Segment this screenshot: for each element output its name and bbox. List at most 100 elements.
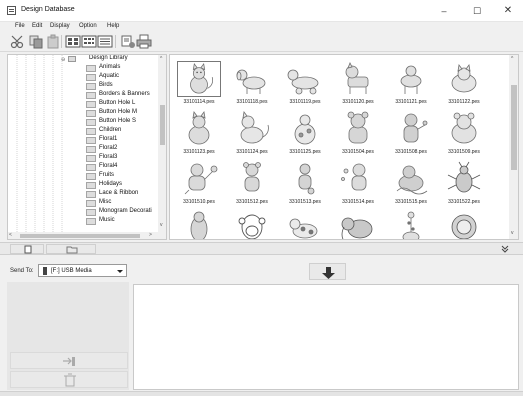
dog-design-icon bbox=[287, 69, 319, 95]
design-tile-33101123[interactable]: 33101123.pes bbox=[174, 109, 224, 159]
tree-item-floral4[interactable]: Floral4 bbox=[86, 163, 117, 172]
thumbnail-scroll-thumb[interactable] bbox=[511, 85, 517, 170]
scroll-down-icon[interactable]: v bbox=[511, 230, 514, 236]
file-name: 33101122.pes bbox=[448, 99, 480, 105]
design-tile-33101512[interactable]: 33101512.pes bbox=[227, 159, 277, 209]
tree-item-floral1[interactable]: Floral1 bbox=[86, 136, 117, 145]
print-icon[interactable] bbox=[136, 34, 152, 49]
file-name: 33101514.pes bbox=[342, 199, 374, 205]
collapse-panel-button[interactable] bbox=[492, 244, 518, 254]
bear-design-icon bbox=[184, 163, 218, 195]
toolbar-separator bbox=[115, 35, 116, 48]
tree-item-holidays[interactable]: Holidays bbox=[86, 181, 122, 190]
transfer-down-button[interactable] bbox=[309, 263, 346, 280]
file-name: 33101119.pes bbox=[289, 99, 321, 105]
list-view-icon[interactable] bbox=[97, 34, 113, 49]
design-tile-33101114[interactable]: 33101114.pes bbox=[174, 59, 224, 109]
tree-item-monogram-decorati[interactable]: Monogram Decorati bbox=[86, 208, 152, 217]
folder-icon bbox=[86, 191, 96, 198]
tree-horizontal-scrollbar[interactable]: < > bbox=[8, 232, 158, 239]
close-button[interactable]: ✕ bbox=[494, 0, 522, 22]
tree-item-floral2[interactable]: Floral2 bbox=[86, 145, 117, 154]
properties-icon[interactable] bbox=[120, 34, 136, 49]
design-thumbnail-grid[interactable]: 33101114.pes 33101118.pes 33101119.pes 3… bbox=[169, 54, 519, 240]
panel-tab-strip bbox=[0, 242, 523, 255]
scroll-down-icon[interactable]: v bbox=[160, 222, 163, 228]
design-tile-33101504[interactable]: 33101504.pes bbox=[333, 109, 383, 159]
send-to-value: [F:] USB Media bbox=[51, 268, 92, 274]
scroll-right-icon[interactable]: > bbox=[149, 232, 152, 238]
tree-item-lace-ribbon[interactable]: Lace & Ribbon bbox=[86, 190, 138, 199]
design-tile-33101513[interactable]: 33101513.pes bbox=[280, 159, 330, 209]
scroll-left-icon[interactable]: < bbox=[9, 232, 12, 238]
design-tile-33101508[interactable]: 33101508.pes bbox=[386, 109, 436, 159]
design-tile[interactable] bbox=[386, 209, 436, 239]
tree-item-aquatic[interactable]: Aquatic bbox=[86, 73, 119, 82]
menu-display[interactable]: Display bbox=[50, 23, 70, 29]
design-tile-33101522[interactable]: 33101522.pes bbox=[439, 159, 489, 209]
design-tile[interactable] bbox=[174, 209, 224, 239]
medium-thumbnails-icon[interactable] bbox=[81, 34, 97, 49]
send-to-dropdown[interactable]: [F:] USB Media bbox=[38, 264, 127, 277]
folder-view-button[interactable] bbox=[46, 244, 96, 254]
design-tile-33101122[interactable]: 33101122.pes bbox=[439, 59, 489, 109]
tree-item-fruits[interactable]: Fruits bbox=[86, 172, 114, 181]
tree-item-misc[interactable]: Misc bbox=[86, 199, 111, 208]
cut-icon[interactable] bbox=[10, 34, 26, 49]
design-tile-33101120[interactable]: 33101120.pes bbox=[333, 59, 383, 109]
design-tile-33101124[interactable]: 33101124.pes bbox=[227, 109, 277, 159]
cat-design-icon bbox=[240, 111, 269, 144]
bear-design-icon bbox=[298, 163, 315, 195]
design-tile-33101125[interactable]: 33101125.pes bbox=[280, 109, 330, 159]
design-tile-33101121[interactable]: 33101121.pes bbox=[386, 59, 436, 109]
scroll-up-icon[interactable]: ^ bbox=[160, 56, 162, 62]
scroll-up-icon[interactable]: ^ bbox=[511, 56, 513, 62]
design-tile-33101515[interactable]: 33101515.pes bbox=[386, 159, 436, 209]
delete-button[interactable] bbox=[10, 371, 128, 388]
paste-icon[interactable] bbox=[45, 34, 61, 49]
tree-item-music[interactable]: Music bbox=[86, 217, 115, 226]
folder-tree[interactable]: ⊖ Design Library Animals Aquatic Birds B… bbox=[7, 54, 167, 240]
design-tile[interactable] bbox=[227, 209, 277, 239]
dropdown-arrow-icon[interactable] bbox=[117, 270, 123, 273]
send-to-label: Send To: bbox=[10, 268, 34, 274]
design-tile[interactable] bbox=[439, 209, 489, 239]
menu-option[interactable]: Option bbox=[79, 23, 97, 29]
folder-icon bbox=[86, 173, 96, 180]
tree-item-birds[interactable]: Birds bbox=[86, 82, 113, 91]
folder-icon bbox=[86, 164, 96, 171]
raccoon-design-icon bbox=[396, 165, 428, 195]
usb-drive-icon bbox=[43, 267, 47, 275]
design-tile[interactable] bbox=[333, 209, 383, 239]
tree-vertical-scrollbar[interactable]: ^ v bbox=[158, 55, 166, 239]
design-tile-33101509[interactable]: 33101509.pes bbox=[439, 109, 489, 159]
menu-help[interactable]: Help bbox=[107, 23, 119, 29]
thumbnail-vertical-scrollbar[interactable]: ^ v bbox=[509, 55, 518, 239]
maximize-button[interactable]: ☐ bbox=[463, 0, 491, 22]
design-tile[interactable] bbox=[280, 209, 330, 239]
tree-hscroll-thumb[interactable] bbox=[20, 234, 140, 238]
collapse-icon[interactable]: ⊖ bbox=[61, 57, 65, 63]
tree-item-button-hole-s[interactable]: Button Hole S bbox=[86, 118, 136, 127]
design-tile-33101119[interactable]: 33101119.pes bbox=[280, 59, 330, 109]
tree-item-borders-banners[interactable]: Borders & Banners bbox=[86, 91, 150, 100]
copy-icon[interactable] bbox=[28, 34, 44, 49]
cat-design-icon bbox=[177, 61, 221, 97]
large-thumbnails-icon[interactable] bbox=[65, 34, 81, 49]
menu-file[interactable]: File bbox=[15, 23, 25, 29]
design-tile-33101118[interactable]: 33101118.pes bbox=[227, 59, 277, 109]
minimize-button[interactable]: – bbox=[430, 0, 458, 22]
menu-edit[interactable]: Edit bbox=[32, 23, 42, 29]
tree-item-button-hole-l[interactable]: Button Hole L bbox=[86, 100, 135, 109]
tree-item-floral3[interactable]: Floral3 bbox=[86, 154, 117, 163]
tree-item-button-hole-m[interactable]: Button Hole M bbox=[86, 109, 137, 118]
send-to-machine-button[interactable] bbox=[10, 352, 128, 369]
tree-item-children[interactable]: Children bbox=[86, 127, 121, 136]
tree-item-animals[interactable]: Animals bbox=[86, 64, 120, 73]
destination-file-area[interactable] bbox=[133, 284, 519, 390]
folder-icon bbox=[86, 74, 96, 81]
design-tile-33101514[interactable]: 33101514.pes bbox=[333, 159, 383, 209]
tree-scroll-thumb[interactable] bbox=[160, 105, 165, 145]
card-view-button[interactable] bbox=[10, 244, 44, 254]
design-tile-33101510[interactable]: 33101510.pes bbox=[174, 159, 224, 209]
